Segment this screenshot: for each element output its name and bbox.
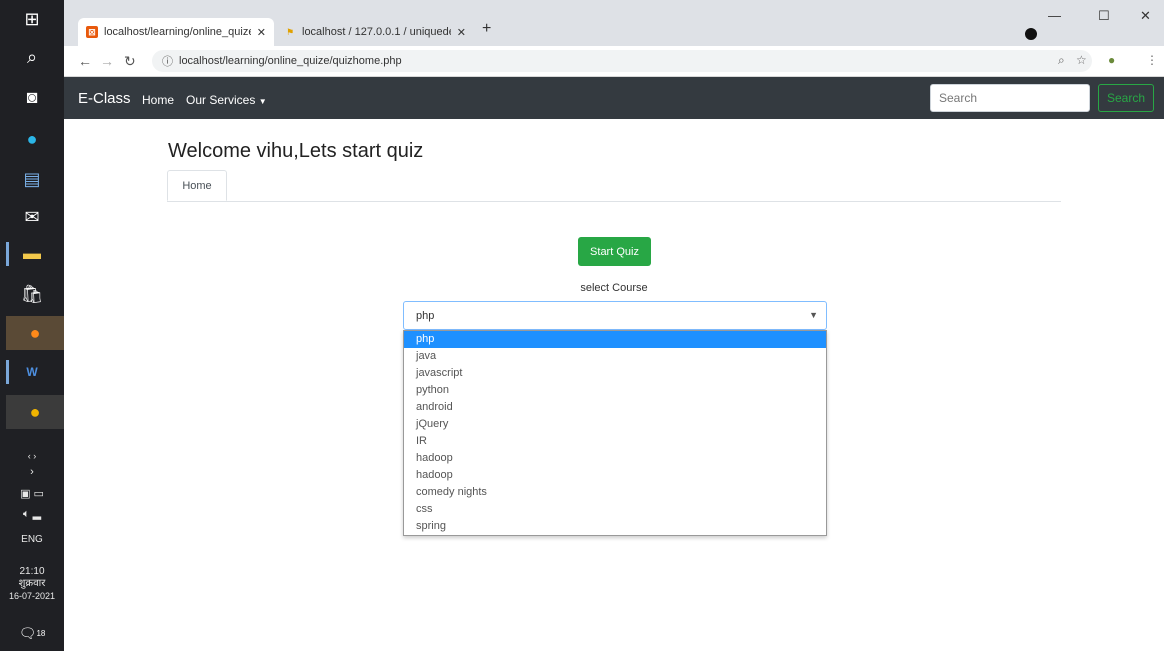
- windows-start-icon[interactable]: ⊞: [12, 2, 52, 36]
- course-select[interactable]: php ▼: [403, 301, 827, 330]
- network-app-icon[interactable]: ▤: [12, 162, 52, 196]
- firefox-icon[interactable]: ●: [6, 316, 64, 350]
- tab-title: localhost / 127.0.0.1 / uniquede: [302, 26, 451, 38]
- tab-strip: ⊠ localhost/learning/online_quize/ ✕ ⚑ l…: [64, 0, 1164, 46]
- tab-quizhome[interactable]: ⊠ localhost/learning/online_quize/ ✕: [78, 18, 274, 46]
- browser-toolbar: ← → ↻ ⓘ localhost/learning/online_quize/…: [64, 46, 1164, 77]
- zoom-icon[interactable]: ⌕: [1058, 53, 1065, 68]
- url-text: localhost/learning/online_quize/quizhome…: [179, 55, 402, 67]
- active-indicator: [6, 242, 9, 266]
- course-option[interactable]: hadoop: [404, 467, 826, 484]
- course-option[interactable]: spring: [404, 518, 826, 535]
- browser-window: ⊠ localhost/learning/online_quize/ ✕ ⚑ l…: [64, 0, 1164, 651]
- menu-kebab-icon[interactable]: ⋮: [1146, 53, 1158, 67]
- forward-icon[interactable]: →: [100, 53, 114, 69]
- course-option[interactable]: jQuery: [404, 416, 826, 433]
- start-quiz-button[interactable]: Start Quiz: [578, 237, 651, 266]
- course-option[interactable]: comedy nights: [404, 484, 826, 501]
- bookmark-star-icon[interactable]: ☆: [1076, 53, 1087, 67]
- course-option[interactable]: IR: [404, 433, 826, 450]
- windows-taskbar: ⊞ ⌕ ◙ ● ▤ ✉ ▬ 🛍 ● W ● ‹ › › ▣ ▭ 🔈︎ ▂ ENG…: [0, 0, 64, 651]
- select-course-label: select Course: [580, 282, 648, 294]
- word-icon[interactable]: W: [12, 355, 52, 389]
- course-option[interactable]: hadoop: [404, 450, 826, 467]
- extension-icon[interactable]: [1023, 26, 1039, 42]
- course-option[interactable]: python: [404, 382, 826, 399]
- chevron-down-icon: ▼: [809, 310, 818, 320]
- course-option[interactable]: css: [404, 501, 826, 518]
- course-option[interactable]: android: [404, 399, 826, 416]
- maximize-button[interactable]: ☐: [1098, 8, 1110, 24]
- new-tab-button[interactable]: +: [482, 20, 491, 38]
- close-tab-icon[interactable]: ✕: [257, 26, 266, 39]
- page-tabs: Home: [167, 170, 1061, 202]
- language-indicator[interactable]: ENG: [0, 534, 64, 546]
- close-tab-icon[interactable]: ✕: [457, 26, 466, 39]
- nav-our-services-link[interactable]: Our Services ▼: [186, 93, 267, 107]
- tab-phpmyadmin[interactable]: ⚑ localhost / 127.0.0.1 / uniquede ✕: [276, 18, 474, 46]
- chrome-icon[interactable]: ●: [6, 395, 64, 429]
- course-option[interactable]: php: [404, 331, 826, 348]
- edge-icon[interactable]: ●: [12, 122, 52, 156]
- camera-app-icon[interactable]: ◙: [12, 80, 52, 114]
- minimize-button[interactable]: —: [1048, 8, 1061, 23]
- address-bar[interactable]: ⓘ localhost/learning/online_quize/quizho…: [152, 50, 1092, 72]
- chevron-right-icon[interactable]: ›: [0, 466, 64, 478]
- clock-date: 16-07-2021: [8, 591, 56, 601]
- search-button[interactable]: Search: [1098, 84, 1154, 112]
- store-icon[interactable]: 🛍: [12, 277, 52, 311]
- page-title: Welcome vihu,Lets start quiz: [168, 140, 424, 162]
- nav-our-services-label: Our Services: [186, 93, 256, 107]
- notification-count: 18: [36, 628, 46, 638]
- reload-icon[interactable]: ↻: [124, 53, 136, 70]
- tab-title: localhost/learning/online_quize/: [104, 26, 251, 38]
- notification-icon[interactable]: 🗨︎ 18: [12, 616, 52, 650]
- course-dropdown-list: php java javascript python android jQuer…: [403, 330, 827, 536]
- clock-time[interactable]: 21:10: [0, 566, 64, 578]
- course-option[interactable]: javascript: [404, 365, 826, 382]
- tab-home[interactable]: Home: [167, 170, 227, 201]
- search-icon[interactable]: ⌕: [12, 40, 52, 74]
- caret-down-icon: ▼: [258, 97, 267, 106]
- active-indicator: [6, 360, 9, 384]
- course-option[interactable]: java: [404, 348, 826, 365]
- mail-icon[interactable]: ✉: [12, 200, 52, 234]
- profile-avatar-icon[interactable]: ●: [1108, 53, 1115, 67]
- brand-logo[interactable]: E-Class: [78, 90, 131, 107]
- file-explorer-icon[interactable]: ▬: [12, 236, 52, 270]
- volume-icon[interactable]: 🔈︎ ▂: [0, 508, 64, 520]
- xampp-favicon-icon: ⊠: [86, 26, 98, 38]
- search-input[interactable]: [930, 84, 1090, 112]
- nav-home-link[interactable]: Home: [142, 93, 174, 107]
- back-icon[interactable]: ←: [78, 53, 92, 69]
- overflow-arrows[interactable]: ‹ ›: [0, 450, 64, 462]
- phpmyadmin-favicon-icon: ⚑: [285, 26, 295, 37]
- clock-day: शुक्रवार: [18, 578, 46, 589]
- info-icon[interactable]: ⓘ: [162, 53, 173, 69]
- close-window-button[interactable]: ✕: [1140, 8, 1151, 24]
- system-tray-icons[interactable]: ▣ ▭: [0, 488, 64, 500]
- selected-course: php: [416, 309, 435, 322]
- site-navbar: E-Class Home Our Services ▼ Search: [64, 77, 1164, 119]
